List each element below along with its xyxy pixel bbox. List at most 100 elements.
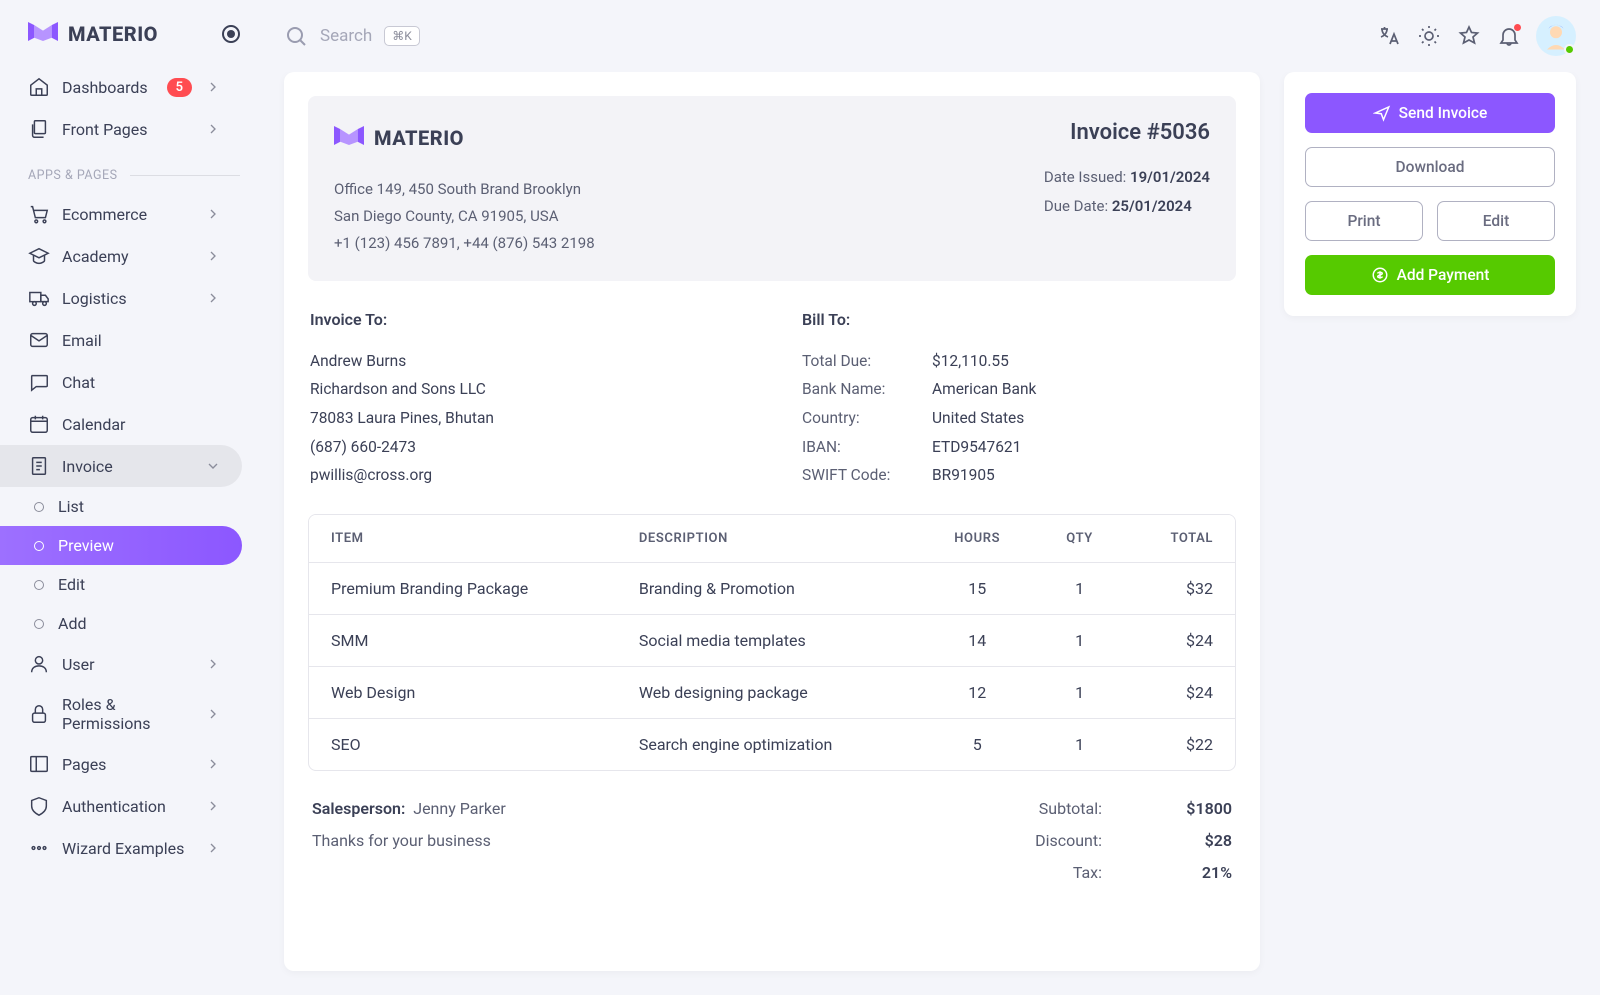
cell-qty: 1 [1035,562,1125,614]
home-icon [28,76,50,98]
nav-label: Front Pages [62,120,192,139]
cell-item: SEO [309,718,617,770]
nav-chat[interactable]: Chat [0,361,242,403]
col-total: TOTAL [1125,515,1235,563]
main: Search ⌘K MATERIO Of [260,0,1600,995]
date-due: 25/01/2024 [1112,197,1192,215]
items-table: ITEM DESCRIPTION HOURS QTY TOTAL Premium… [308,514,1236,771]
nav-label: Ecommerce [62,205,192,224]
nav-wizard[interactable]: Wizard Examples [0,827,242,869]
mail-icon [28,329,50,351]
cell-desc: Branding & Promotion [617,562,920,614]
sub-label: List [58,497,84,516]
cell-qty: 1 [1035,614,1125,666]
add-payment-button[interactable]: Add Payment [1305,255,1555,295]
send-invoice-button[interactable]: Send Invoice [1305,93,1555,133]
cell-qty: 1 [1035,718,1125,770]
edit-button[interactable]: Edit [1437,201,1555,241]
dollar-icon [1371,266,1389,284]
notification-dot [1513,23,1522,32]
cell-item: Premium Branding Package [309,562,617,614]
chevron-down-icon [204,457,222,475]
table-row: Web DesignWeb designing package121$24 [309,666,1235,718]
addr-line: Office 149, 450 South Brand Brooklyn [334,176,595,203]
chevron-right-icon [204,797,222,815]
invoice-card: MATERIO Office 149, 450 South Brand Broo… [284,72,1260,971]
send-icon [1373,104,1391,122]
cell-item: Web Design [309,666,617,718]
bill-to: Bill To: Total Due:$12,110.55 Bank Name:… [802,305,1234,490]
invoice-icon [28,455,50,477]
theme-icon[interactable] [1416,23,1442,49]
translate-icon[interactable] [1376,23,1402,49]
cell-desc: Web designing package [617,666,920,718]
addr-line: San Diego County, CA 91905, USA [334,203,595,230]
nav-frontpages[interactable]: Front Pages [0,108,242,150]
salesperson: Salesperson: Jenny Parker Thanks for you… [312,793,506,889]
nav-label: Logistics [62,289,192,308]
nav-label: Authentication [62,797,192,816]
download-button[interactable]: Download [1305,147,1555,187]
nav-label: Email [62,331,222,350]
nav-label: User [62,655,192,674]
phone-line: +1 (123) 456 7891, +44 (876) 543 2198 [334,230,595,257]
nav-pages[interactable]: Pages [0,743,242,785]
truck-icon [28,287,50,309]
col-qty: QTY [1035,515,1125,563]
nav-invoice[interactable]: Invoice [0,445,242,487]
chevron-right-icon [204,289,222,307]
cell-desc: Social media templates [617,614,920,666]
avatar[interactable] [1536,16,1576,56]
cart-icon [28,203,50,225]
bullet-icon [34,580,44,590]
sub-invoice-edit[interactable]: Edit [0,565,242,604]
search-placeholder: Search [320,26,372,46]
thanks-note: Thanks for your business [312,825,506,857]
logo-row: MATERIO [0,12,260,66]
logo[interactable]: MATERIO [28,22,158,46]
logo-icon [28,22,58,46]
search-icon [284,24,308,48]
invoice-footer: Salesperson: Jenny Parker Thanks for you… [308,771,1236,889]
sub-label: Add [58,614,86,633]
chat-icon [28,371,50,393]
sub-invoice-list[interactable]: List [0,487,242,526]
dots-icon [28,837,50,859]
nav-dashboards[interactable]: Dashboards 5 [0,66,242,108]
sub-invoice-preview[interactable]: Preview [0,526,242,565]
nav-auth[interactable]: Authentication [0,785,242,827]
chevron-right-icon [204,705,222,723]
pin-icon[interactable] [222,25,240,43]
cell-item: SMM [309,614,617,666]
nav-label: Invoice [62,457,192,476]
sidebar: MATERIO Dashboards 5 Front Pages APPS & … [0,0,260,995]
content: MATERIO Office 149, 450 South Brand Broo… [260,72,1600,995]
nav-academy[interactable]: Academy [0,235,242,277]
calendar-icon [28,413,50,435]
section-heading: Invoice To: [310,305,742,335]
nav-user[interactable]: User [0,643,242,685]
table-row: SEOSearch engine optimization51$22 [309,718,1235,770]
bullet-icon [34,541,44,551]
print-button[interactable]: Print [1305,201,1423,241]
nav-label: Dashboards [62,78,155,97]
cell-hours: 12 [920,666,1035,718]
nav-roles[interactable]: Roles & Permissions [0,685,242,743]
nav-calendar[interactable]: Calendar [0,403,242,445]
chevron-right-icon [204,120,222,138]
actions-card: Send Invoice Download Print Edit Add Pay… [1284,72,1576,316]
nav-ecommerce[interactable]: Ecommerce [0,193,242,235]
star-icon[interactable] [1456,23,1482,49]
bell-icon[interactable] [1496,23,1522,49]
col-hours: HOURS [920,515,1035,563]
sub-invoice-add[interactable]: Add [0,604,242,643]
nav-logistics[interactable]: Logistics [0,277,242,319]
bullet-icon [34,502,44,512]
col-item: ITEM [309,515,617,563]
search[interactable]: Search ⌘K [284,24,1362,48]
cell-desc: Search engine optimization [617,718,920,770]
section-title: APPS & PAGES [0,150,260,193]
topbar: Search ⌘K [260,0,1600,72]
nav-email[interactable]: Email [0,319,242,361]
nav-label: Academy [62,247,192,266]
